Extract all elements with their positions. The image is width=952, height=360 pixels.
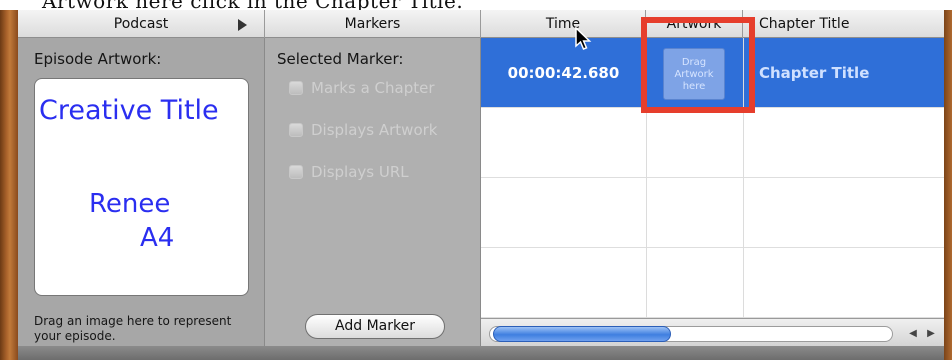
triangle-right-icon[interactable] [238,19,247,31]
time-cell[interactable]: 00:00:42.680 [481,38,646,108]
mouse-pointer-icon [575,27,592,50]
checkbox-icon[interactable] [289,165,303,179]
arrow-right-icon[interactable]: ▶ [923,326,939,342]
marks-chapter-checkbox[interactable]: Marks a Chapter [289,78,435,98]
displays-url-checkbox[interactable]: Displays URL [289,162,409,182]
header-markers-label: Markers [344,16,401,32]
header-chapter-title[interactable]: Chapter Title [743,10,944,38]
episode-artwork-well[interactable]: Creative Title Renee A4 [34,78,249,296]
checkbox-icon[interactable] [289,123,303,137]
table-row[interactable] [481,178,944,248]
artwork-name-line1: Renee [89,189,171,219]
header-markers[interactable]: Markers [265,10,481,38]
header-chapter-title-label: Chapter Title [759,16,850,32]
table-row[interactable] [481,248,944,318]
wood-frame-left [0,10,18,360]
artwork-name-line2: A4 [140,223,175,253]
chapter-title-cell[interactable]: Chapter Title [759,38,869,108]
podcast-pane: Episode Artwork: Creative Title Renee A4… [18,38,265,346]
selected-marker-label: Selected Marker: [277,50,404,68]
arrow-left-icon[interactable]: ◀ [905,326,921,342]
markers-pane: Selected Marker: Marks a Chapter Display… [265,38,481,346]
header-time[interactable]: Time [481,10,646,38]
chapter-editor-window: Podcast Markers Time Artwork Chapter Tit… [18,10,944,346]
artwork-highlight-box [641,17,755,113]
episode-artwork-label: Episode Artwork: [34,50,162,68]
checkbox-label: Marks a Chapter [311,79,435,97]
artwork-title-text: Creative Title [39,95,219,126]
table-row[interactable] [481,108,944,178]
add-marker-button[interactable]: Add Marker [305,314,445,339]
drag-image-hint: Drag an image here to represent your epi… [34,314,232,343]
column-header: Podcast Markers Time Artwork Chapter Tit… [18,10,944,38]
window-bottom-bar [18,346,944,360]
checkbox-label: Displays Artwork [311,121,438,139]
horizontal-scrollbar[interactable]: ◀ ▶ [481,318,944,346]
checkbox-icon[interactable] [289,81,303,95]
wood-frame-right [944,10,952,360]
header-podcast[interactable]: Podcast [18,10,265,38]
checkbox-label: Displays URL [311,163,409,181]
scroll-thumb[interactable] [493,326,671,342]
header-podcast-label: Podcast [113,16,169,32]
displays-artwork-checkbox[interactable]: Displays Artwork [289,120,437,140]
